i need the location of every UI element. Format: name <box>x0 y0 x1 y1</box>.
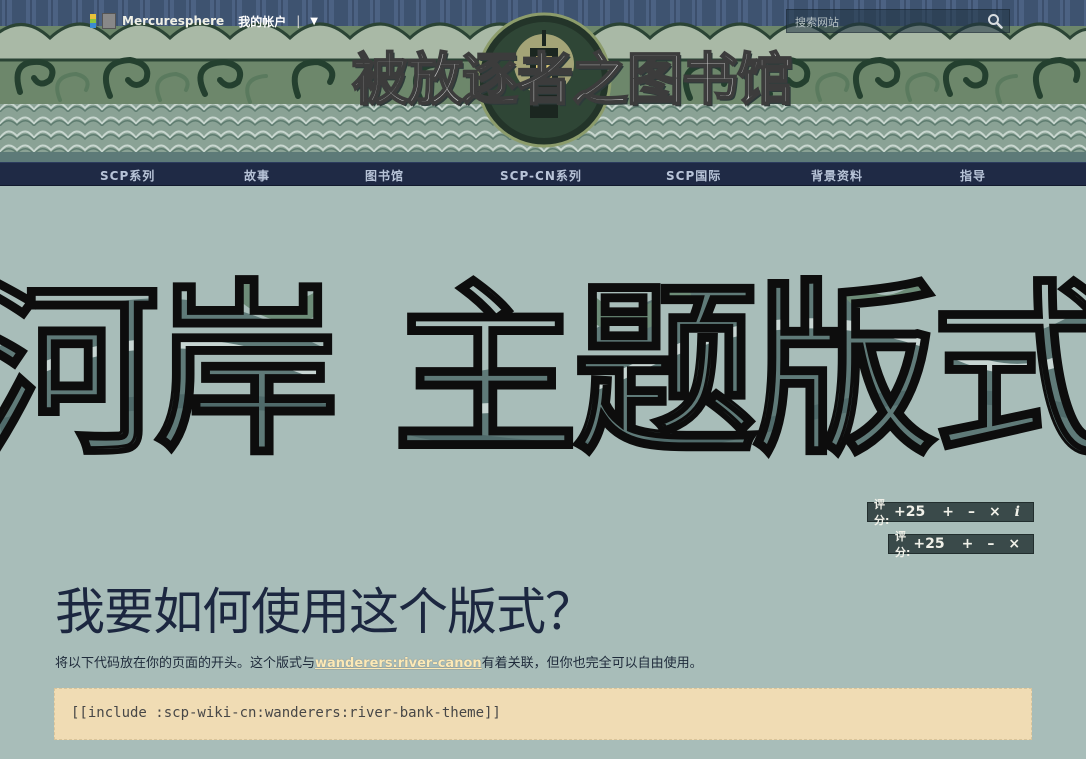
info-icon[interactable]: i <box>1015 504 1020 520</box>
rating-value: +25 <box>913 536 945 552</box>
karma-icon <box>90 14 96 29</box>
section-heading: 我要如何使用这个版式？ <box>55 583 595 641</box>
account-link[interactable]: 我的帐户 <box>238 13 286 30</box>
paragraph-text-before: 将以下代码放在你的页面的开头。这个版式与 <box>55 656 316 671</box>
rating-value: +25 <box>893 504 926 520</box>
rate-up-button[interactable]: + <box>962 536 974 552</box>
nav-item-scp-international[interactable]: SCP国际 <box>666 167 721 184</box>
search-icon[interactable] <box>987 13 1003 29</box>
nav-item-background[interactable]: 背景资料 <box>811 167 863 184</box>
page-title: 河岸 主题版式 <box>0 263 1086 480</box>
account-dropdown-toggle[interactable]: ▼ <box>310 16 318 27</box>
nav-item-guide[interactable]: 指导 <box>960 167 986 184</box>
search-box <box>786 9 1010 33</box>
site-title[interactable]: 被放逐者之图书馆 <box>351 46 794 116</box>
search-input[interactable] <box>793 12 977 32</box>
nav-item-scp-series[interactable]: SCP系列 <box>100 167 155 184</box>
username-link[interactable]: Mercuresphere <box>122 14 224 28</box>
code-text[interactable]: [[include :scp-wiki-cn:wanderers:river-b… <box>71 705 501 721</box>
nav-item-library[interactable]: 图书馆 <box>365 167 404 184</box>
rate-cancel-button[interactable]: × <box>1008 536 1020 552</box>
river-canon-link[interactable]: wanderers:river-canon <box>315 656 482 671</box>
paragraph-text-after: 有着关联，但你也完全可以自由使用。 <box>481 656 703 671</box>
nav-item-tales[interactable]: 故事 <box>244 167 270 184</box>
top-nav: SCP系列 故事 图书馆 SCP-CN系列 SCP国际 背景资料 指导 <box>0 162 1086 186</box>
intro-paragraph: 将以下代码放在你的页面的开头。这个版式与wanderers:river-cano… <box>55 652 703 671</box>
rating-label: 评分: <box>874 498 890 527</box>
page-title-graphic: 河岸 主题版式 <box>0 262 1086 482</box>
page-title-container: 河岸 主题版式 <box>0 196 1086 486</box>
rate-up-button[interactable]: + <box>942 504 954 520</box>
nav-item-scp-cn-series[interactable]: SCP-CN系列 <box>500 167 582 184</box>
rating-module-secondary: 评分: +25 + – × <box>888 530 1034 559</box>
rating-module-primary: 评分: +25 + – × i <box>867 498 1034 527</box>
rate-down-button[interactable]: – <box>968 504 975 520</box>
rate-down-button[interactable]: – <box>987 536 994 552</box>
rate-cancel-button[interactable]: × <box>989 504 1001 520</box>
account-separator: | <box>296 14 301 28</box>
avatar[interactable] <box>102 13 116 29</box>
code-block: [[include :scp-wiki-cn:wanderers:river-b… <box>54 688 1032 740</box>
user-area: Mercuresphere 我的帐户 | ▼ <box>90 12 318 30</box>
top-bar: Mercuresphere 我的帐户 | ▼ <box>0 0 1086 40</box>
rating-label: 评分: <box>895 530 911 559</box>
site-header: Mercuresphere 我的帐户 | ▼ 被放逐者之图书馆 <box>0 0 1086 162</box>
